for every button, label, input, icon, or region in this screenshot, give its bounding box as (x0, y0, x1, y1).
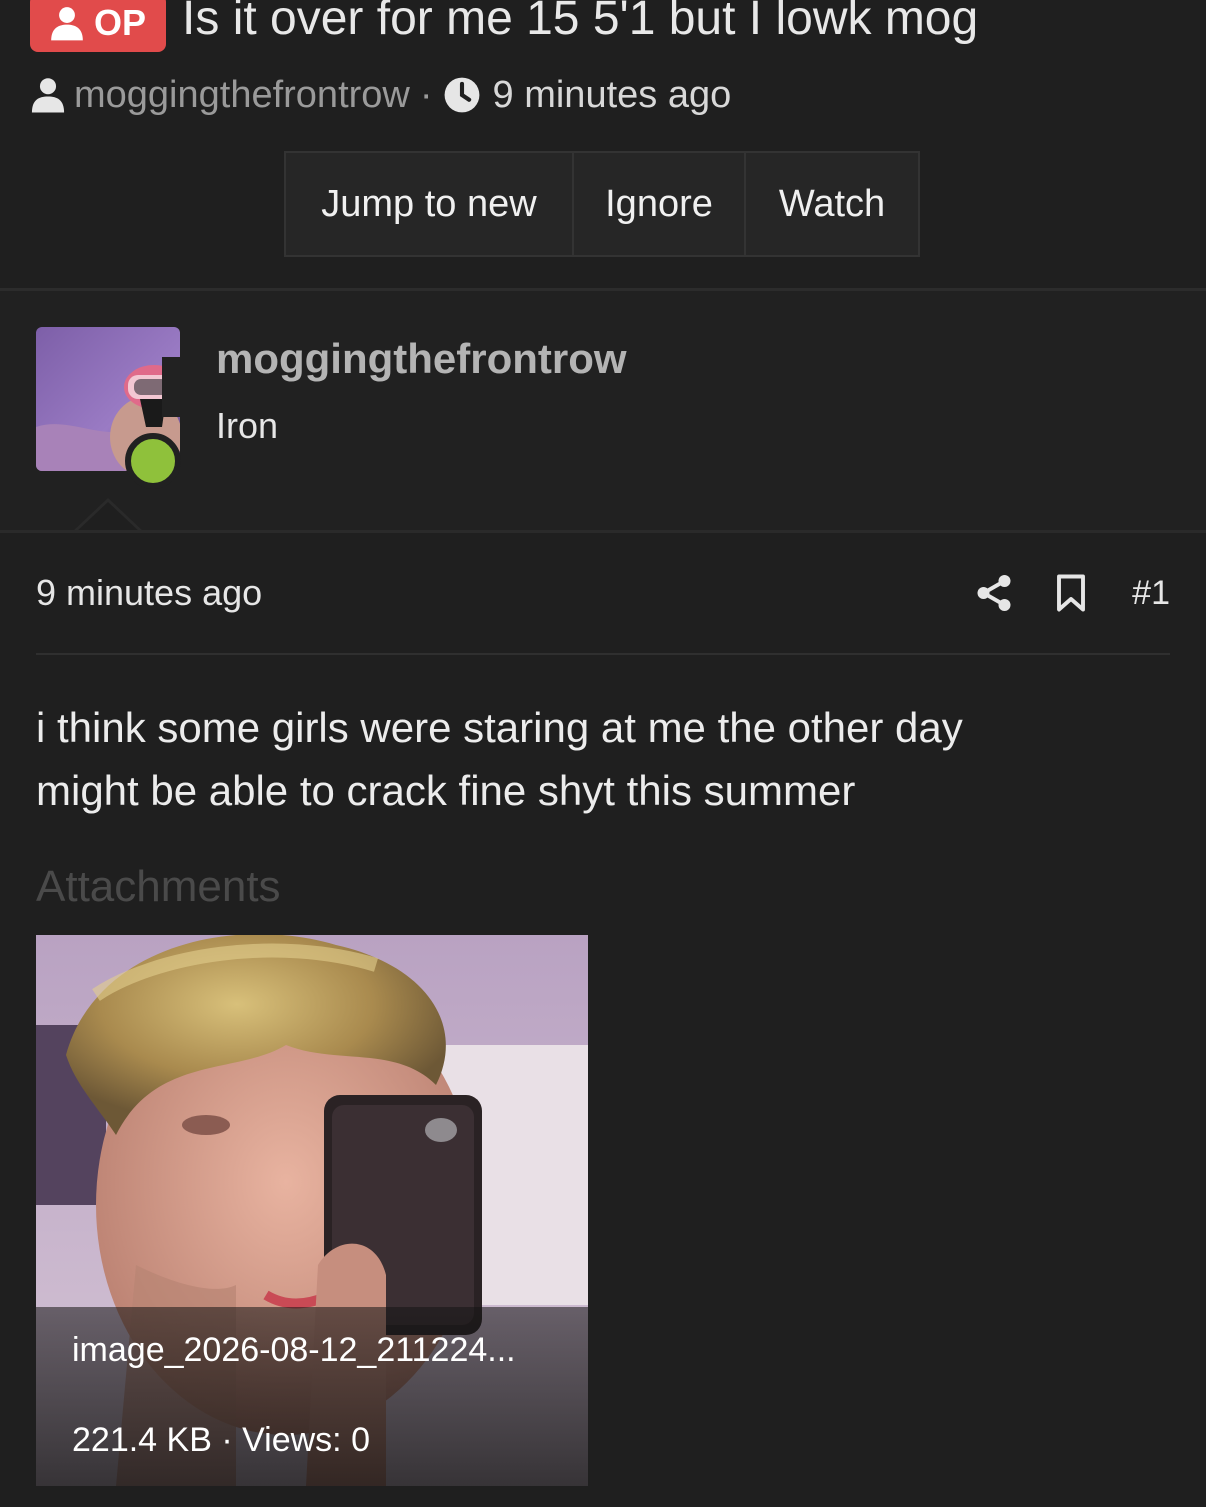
divider (36, 653, 1170, 655)
meta-separator: · (419, 73, 433, 116)
post-number-link[interactable]: #1 (1132, 574, 1170, 613)
thread-meta: moggingthefrontrow · 9 minutes ago (30, 72, 731, 118)
op-badge-label: OP (94, 2, 147, 43)
bookmark-icon[interactable] (1056, 573, 1086, 613)
divider (0, 530, 1206, 533)
thread-time[interactable]: 9 minutes ago (493, 74, 732, 117)
attachments-heading: Attachments (36, 862, 281, 911)
title-row: OP Is it over for me 15 5'1 but I lowk m… (30, 0, 979, 52)
share-icon[interactable] (976, 573, 1012, 613)
post-body: i think some girls were staring at me th… (36, 696, 1170, 822)
user-icon (51, 7, 83, 41)
thread-author-link[interactable]: moggingthefrontrow (74, 74, 410, 117)
jump-to-new-button[interactable]: Jump to new (286, 153, 574, 255)
watch-button[interactable]: Watch (746, 153, 918, 255)
message-arrow-inner (75, 502, 141, 533)
post-meta: 9 minutes ago #1 (36, 568, 1170, 618)
post-user-block: moggingthefrontrow Iron (0, 291, 1206, 531)
thread-actions: Jump to new Ignore Watch (284, 151, 920, 257)
user-icon (31, 78, 65, 113)
post-body-line: might be able to crack fine shyt this su… (36, 767, 856, 814)
post-time[interactable]: 9 minutes ago (36, 572, 976, 614)
attachment-stats: 221.4 KB · Views: 0 (72, 1421, 370, 1459)
op-badge: OP (30, 0, 167, 52)
attachment-thumbnail[interactable]: image_2026-08-12_211224... 221.4 KB · Vi… (36, 935, 588, 1486)
post-body-line: i think some girls were staring at me th… (36, 704, 963, 751)
post-username[interactable]: moggingthefrontrow (216, 335, 627, 383)
clock-icon (444, 77, 479, 113)
attachment-filename[interactable]: image_2026-08-12_211224... (72, 1331, 516, 1370)
thread-header: OP Is it over for me 15 5'1 but I lowk m… (0, 0, 1206, 290)
ignore-button[interactable]: Ignore (574, 153, 746, 255)
user-rank: Iron (216, 405, 279, 446)
online-status-indicator (125, 433, 181, 489)
thread-title: Is it over for me 15 5'1 but I lowk mog (182, 0, 979, 45)
